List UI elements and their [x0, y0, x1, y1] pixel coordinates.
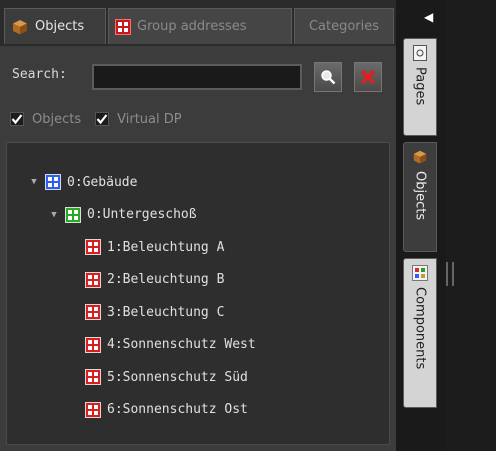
filter-objects-checkbox[interactable] [10, 112, 24, 126]
filter-row: Objects Virtual DP [0, 104, 396, 134]
tree-item-label: 2:Beleuchtung B [107, 272, 225, 287]
components-icon [412, 265, 428, 281]
expand-arrow-icon[interactable]: ▼ [49, 210, 59, 220]
side-tab-objects-label: Objects [412, 171, 428, 221]
tree-item-label: 3:Beleuchtung C [107, 304, 225, 320]
tree-item[interactable]: 6:Sonnenschutz Ost [69, 399, 248, 421]
filter-virtual-dp[interactable]: Virtual DP [95, 111, 182, 127]
group-object-icon [65, 206, 81, 223]
tab-objects-label: Objects [35, 19, 85, 34]
close-icon [360, 69, 376, 85]
tree-item-label: 0:Gebäude [67, 174, 138, 190]
tab-bar: Objects Group addresses Categories [0, 0, 396, 46]
group-object-icon [45, 174, 61, 190]
side-tab-pages-label: Pages [412, 67, 428, 106]
tab-group-addresses[interactable]: Group addresses [108, 8, 292, 44]
filter-virtual-dp-label: Virtual DP [117, 111, 182, 127]
tree-item[interactable]: 2:Beleuchtung B [69, 269, 224, 291]
tree-item-label: 6:Sonnenschutz Ost [107, 402, 248, 417]
group-object-icon [85, 239, 101, 255]
tab-categories-label: Categories [308, 19, 380, 34]
page-icon [413, 45, 427, 61]
tree-item[interactable]: 5:Sonnenschutz Süd [69, 366, 248, 388]
group-object-icon [85, 401, 101, 418]
side-tab-components[interactable]: Components [403, 258, 437, 408]
search-button[interactable] [314, 62, 342, 92]
tree-item[interactable]: 1:Beleuchtung A [69, 236, 224, 258]
side-tab-components-label: Components [412, 287, 428, 370]
group-object-icon [85, 271, 101, 288]
filter-objects[interactable]: Objects [10, 112, 81, 127]
workspace-background [446, 0, 496, 451]
magnifier-icon [321, 70, 336, 85]
tab-objects[interactable]: Objects [4, 8, 106, 44]
object-tree: ▼ 0:Gebäude ▼ 0:Untergeschoß 1:Beleuchtung A… [6, 142, 390, 445]
expand-arrow-icon[interactable]: ▼ [29, 177, 39, 187]
search-label: Search: [12, 67, 67, 82]
panel-splitter-handle[interactable] [446, 262, 454, 286]
search-row: Search: [0, 52, 396, 98]
object-browser-panel: Objects Group addresses Categories Searc… [0, 0, 396, 451]
tree-item-label: 1:Beleuchtung A [107, 239, 225, 255]
side-tab-pages[interactable]: Pages [403, 38, 437, 136]
search-input[interactable] [92, 64, 302, 90]
group-object-icon [85, 369, 101, 385]
tree-item[interactable]: ▼ 0:Gebäude [29, 171, 137, 193]
tree-item-label: 0:Untergeschoß [87, 207, 197, 222]
filter-objects-label: Objects [32, 111, 82, 127]
clear-search-button[interactable] [354, 62, 382, 92]
group-address-icon [115, 18, 131, 35]
tree-item[interactable]: 4:Sonnenschutz West [69, 334, 256, 356]
group-object-icon [85, 304, 101, 320]
side-tab-objects[interactable]: Objects [403, 142, 437, 252]
cube-icon [413, 150, 427, 164]
tree-item[interactable]: ▼ 0:Untergeschoß [49, 204, 197, 226]
tab-categories[interactable]: Categories [294, 8, 394, 44]
tab-group-addresses-label: Group addresses [137, 19, 247, 34]
cube-icon [13, 19, 27, 34]
group-object-icon [85, 336, 101, 353]
checkmark-icon [11, 114, 23, 125]
tree-item-label: 4:Sonnenschutz West [107, 337, 256, 352]
tree-item-label: 5:Sonnenschutz Süd [107, 369, 248, 385]
collapse-arrow-icon[interactable]: ◀ [424, 10, 438, 24]
checkmark-icon [96, 114, 108, 125]
filter-virtual-dp-checkbox[interactable] [95, 112, 110, 126]
tree-item[interactable]: 3:Beleuchtung C [69, 301, 224, 323]
